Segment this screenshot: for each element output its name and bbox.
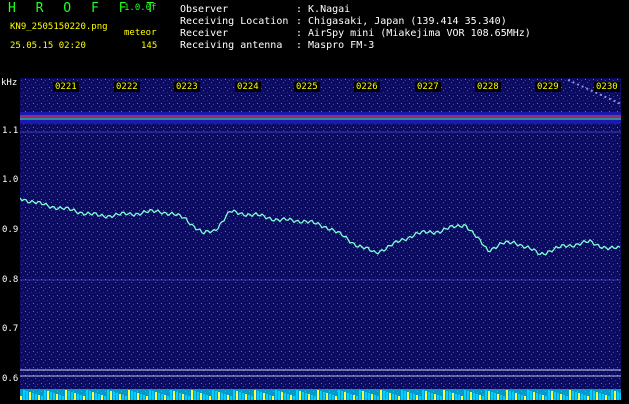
right-margin xyxy=(621,78,629,400)
observer-value: : K.Nagai xyxy=(296,4,351,15)
count: 145 xyxy=(141,41,158,51)
antenna-label: Receiving antenna xyxy=(180,40,283,51)
x-tick-0228: 0228 xyxy=(475,82,501,92)
antenna-value: : Maspro FM-3 xyxy=(296,40,375,51)
receiver-value: : AirSpy mini (Miakejima VOR 108.65MHz) xyxy=(296,28,531,39)
y-tick-0-8: 0.8 xyxy=(2,275,19,285)
x-tick-0222: 0222 xyxy=(114,82,140,92)
y-tick-0-7: 0.7 xyxy=(2,324,19,334)
bottom-intensity-strip xyxy=(20,390,622,400)
location-value: : Chigasaki, Japan (139.414 35.340) xyxy=(296,16,507,27)
x-tick-0226: 0226 xyxy=(354,82,380,92)
y-tick-0-6: 0.6 xyxy=(2,374,19,384)
filename: KN9_2505150220.png xyxy=(10,22,108,32)
observer-label: Observer xyxy=(180,4,229,15)
spectrogram xyxy=(19,78,622,400)
x-tick-0225: 0225 xyxy=(294,82,320,92)
x-tick-0227: 0227 xyxy=(415,82,441,92)
y-axis: kHz 1.1 1.0 0.9 0.8 0.7 0.6 xyxy=(0,78,20,400)
x-tick-0223: 0223 xyxy=(174,82,200,92)
app-version: 1.0.0f xyxy=(124,3,157,13)
header: H R O F F T 1.0.0f KN9_2505150220.png me… xyxy=(0,0,629,78)
spectrogram-canvas xyxy=(19,78,622,400)
location-label: Receiving Location xyxy=(180,16,289,27)
x-tick-0221: 0221 xyxy=(53,82,79,92)
x-tick-0224: 0224 xyxy=(235,82,261,92)
y-tick-1-0: 1.0 xyxy=(2,175,19,185)
datetime: 25.05.15 02:20 xyxy=(10,41,86,51)
receiver-label: Receiver xyxy=(180,28,229,39)
y-tick-0-9: 0.9 xyxy=(2,225,19,235)
x-tick-0229: 0229 xyxy=(535,82,561,92)
y-tick-1-1: 1.1 xyxy=(2,126,19,136)
x-tick-0230: 0230 xyxy=(594,82,620,92)
y-unit: kHz xyxy=(1,78,18,88)
mode-label: meteor xyxy=(124,28,157,38)
